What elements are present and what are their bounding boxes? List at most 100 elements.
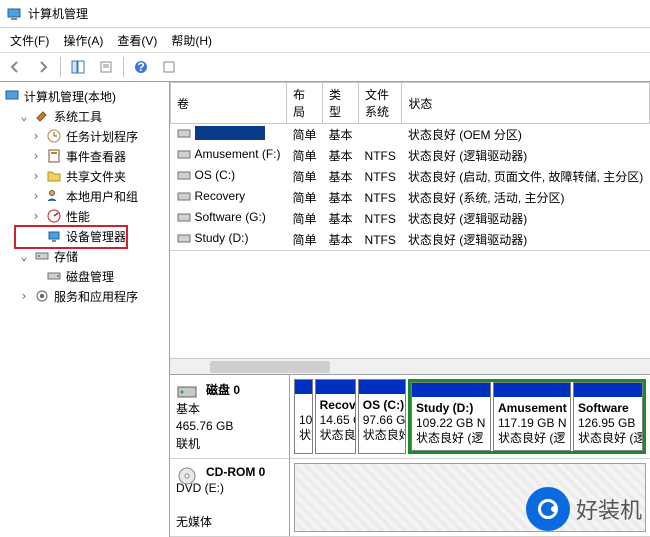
tree-root[interactable]: 计算机管理(本地) [2, 86, 167, 106]
volume-icon [177, 210, 191, 224]
back-button[interactable] [4, 56, 26, 78]
partition[interactable]: 100状态 [294, 379, 313, 454]
cdrom-info: CD-ROM 0 DVD (E:) 无媒体 [170, 459, 290, 536]
table-row[interactable]: Amusement (F:)简单基本NTFS状态良好 (逻辑驱动器)117.19… [171, 145, 650, 166]
menu-view[interactable]: 查看(V) [111, 30, 163, 51]
disk-size: 465.76 GB [176, 419, 283, 433]
tree-performance[interactable]: › 性能 [2, 206, 167, 226]
tree-label: 计算机管理(本地) [24, 88, 116, 105]
nav-tree: 计算机管理(本地) ⌄ 系统工具 › 任务计划程序 › 事件查看器 › 共享文件… [0, 82, 170, 537]
cdrom-status: 无媒体 [176, 513, 283, 530]
volume-list[interactable]: 卷 布局 类型 文件系统 状态 容量 简单基本状态良好 (OEM 分区)100 … [170, 82, 650, 250]
blank-area [170, 250, 650, 374]
tree-label: 磁盘管理 [66, 268, 114, 285]
tree-label: 设备管理器 [66, 228, 126, 245]
volume-icon [177, 168, 191, 182]
tree-label: 本地用户和组 [66, 188, 138, 205]
tree-toggle-button[interactable] [67, 56, 89, 78]
clock-icon [46, 128, 62, 144]
tree-shared-folders[interactable]: › 共享文件夹 [2, 166, 167, 186]
watermark-logo-icon [526, 487, 570, 531]
tree-label: 事件查看器 [66, 148, 126, 165]
disk-info: 磁盘 0 基本 465.76 GB 联机 [170, 375, 290, 458]
device-icon [46, 228, 62, 244]
volume-icon [177, 147, 191, 161]
col-volume[interactable]: 卷 [171, 83, 287, 124]
menu-action[interactable]: 操作(A) [57, 30, 109, 51]
tree-label: 共享文件夹 [66, 168, 126, 185]
partition-map: 100状态 Recovery14.65 GB状态良好 ( OS (C:)97.6… [290, 375, 650, 458]
tree-system-tools[interactable]: ⌄ 系统工具 [2, 106, 167, 126]
cdrom-name: CD-ROM 0 [206, 465, 283, 479]
properties-button[interactable] [95, 56, 117, 78]
computer-icon [4, 88, 20, 104]
table-header-row: 卷 布局 类型 文件系统 状态 容量 [171, 83, 650, 124]
tree-label: 性能 [66, 208, 90, 225]
partition-study[interactable]: Study (D:)109.22 GB N状态良好 (逻 [411, 382, 491, 451]
col-type[interactable]: 类型 [323, 83, 359, 124]
hdd-icon [176, 381, 198, 403]
twisty-closed-icon[interactable]: › [30, 169, 42, 183]
twisty-open-icon[interactable]: ⌄ [18, 249, 30, 263]
disk-icon [46, 268, 62, 284]
tree-disk-management[interactable]: 磁盘管理 [2, 266, 167, 286]
table-row[interactable]: 简单基本状态良好 (OEM 分区)100 MB [171, 124, 650, 146]
twisty-closed-icon[interactable]: › [30, 129, 42, 143]
partition-recovery[interactable]: Recovery14.65 GB状态良好 ( [315, 379, 356, 454]
action-button[interactable] [158, 56, 180, 78]
app-icon [6, 6, 22, 22]
disk-name: 磁盘 0 [206, 381, 283, 398]
tree-label: 系统工具 [54, 108, 102, 125]
tree-device-manager[interactable]: 设备管理器 [2, 226, 167, 246]
menubar: 文件(F) 操作(A) 查看(V) 帮助(H) [0, 28, 650, 52]
toolbar: ? [0, 52, 650, 82]
tree-label: 存储 [54, 248, 78, 265]
extended-partition-group: Study (D:)109.22 GB N状态良好 (逻 Amusement11… [408, 379, 646, 454]
wrench-icon [34, 108, 50, 124]
volume-icon [177, 231, 191, 245]
tree-label: 服务和应用程序 [54, 288, 138, 305]
perf-icon [46, 208, 62, 224]
col-status[interactable]: 状态 [402, 83, 649, 124]
toolbar-separator [123, 57, 124, 77]
menu-file[interactable]: 文件(F) [4, 30, 55, 51]
menu-help[interactable]: 帮助(H) [165, 30, 218, 51]
table-row[interactable]: OS (C:)简单基本NTFS状态良好 (启动, 页面文件, 故障转储, 主分区… [171, 166, 650, 187]
col-layout[interactable]: 布局 [287, 83, 323, 124]
scrollbar-thumb[interactable] [210, 361, 330, 373]
disk-status: 联机 [176, 435, 283, 452]
twisty-closed-icon[interactable]: › [30, 209, 42, 223]
twisty-open-icon[interactable]: ⌄ [18, 109, 30, 123]
volume-icon [177, 126, 191, 140]
help-button[interactable]: ? [130, 56, 152, 78]
svg-text:?: ? [137, 60, 144, 74]
volume-icon [177, 189, 191, 203]
watermark-text: 好装机 [576, 493, 642, 525]
twisty-closed-icon[interactable]: › [18, 289, 30, 303]
partition-os[interactable]: OS (C:)97.66 GB NT状态良好 (启 [358, 379, 406, 454]
table-row[interactable]: Recovery简单基本NTFS状态良好 (系统, 活动, 主分区)14.65 … [171, 187, 650, 208]
event-icon [46, 148, 62, 164]
horizontal-scrollbar[interactable] [170, 358, 650, 374]
services-icon [34, 288, 50, 304]
twisty-closed-icon[interactable]: › [30, 149, 42, 163]
cdrom-icon [176, 465, 198, 487]
tree-task-scheduler[interactable]: › 任务计划程序 [2, 126, 167, 146]
partition-amusement[interactable]: Amusement117.19 GB N状态良好 (逻 [493, 382, 571, 451]
toolbar-separator [60, 57, 61, 77]
partition-software[interactable]: Software126.95 GB状态良好 (逻 [573, 382, 643, 451]
col-fs[interactable]: 文件系统 [359, 83, 402, 124]
folder-icon [46, 168, 62, 184]
table-row[interactable]: Software (G:)简单基本NTFS状态良好 (逻辑驱动器)126.95 … [171, 208, 650, 229]
titlebar: 计算机管理 [0, 0, 650, 28]
tree-services[interactable]: › 服务和应用程序 [2, 286, 167, 306]
twisty-closed-icon[interactable]: › [30, 189, 42, 203]
tree-local-users[interactable]: › 本地用户和组 [2, 186, 167, 206]
forward-button[interactable] [32, 56, 54, 78]
disk-row[interactable]: 磁盘 0 基本 465.76 GB 联机 100状态 Recovery14.65… [170, 375, 650, 459]
tree-event-viewer[interactable]: › 事件查看器 [2, 146, 167, 166]
tree-label: 任务计划程序 [66, 128, 138, 145]
table-row[interactable]: Study (D:)简单基本NTFS状态良好 (逻辑驱动器)109.22 G [171, 229, 650, 250]
tree-storage[interactable]: ⌄ 存储 [2, 246, 167, 266]
watermark: 好装机 [526, 487, 642, 531]
